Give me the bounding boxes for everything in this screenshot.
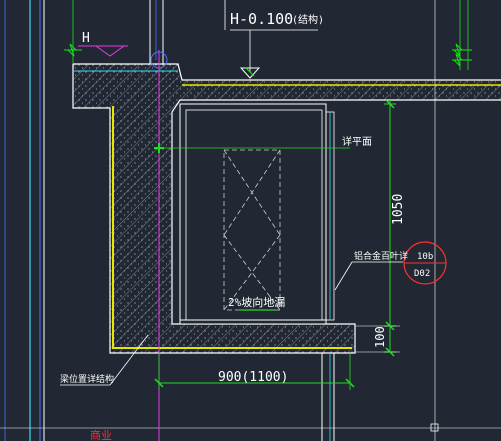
elevation-label: H-0.100 [230,10,293,28]
lower-lines [0,353,501,441]
level-marker [78,45,128,57]
dim-small-label: 100 [373,326,387,348]
cad-drawing-canvas: H-0.100 (结构) H 详平面 1050 100 900(1100) 铝合… [0,0,501,441]
section-drawing: H-0.100 (结构) H 详平面 1050 100 900(1100) 铝合… [0,0,501,441]
level-mark-label: H [82,31,90,46]
window-callout-label: 铝合金百叶详 [354,250,408,262]
left-column-lines [4,0,45,441]
slope-note-label: 2%坡向地漏 [228,295,285,309]
dim-height-label: 1050 [391,194,406,225]
detail-ref-label: 详平面 [342,135,372,148]
window-opening [179,103,335,325]
break-lines [64,43,472,67]
elevation-note: (结构) [292,13,324,26]
room-label: 商业 [90,428,112,441]
callout-bottom-label: D02 [414,269,430,279]
snap-marker [430,423,439,432]
callout-top-label: 10b [417,252,433,262]
dim-width-label: 900(1100) [218,370,288,385]
waterproof-note-label: 梁位置详结构 [60,373,114,385]
